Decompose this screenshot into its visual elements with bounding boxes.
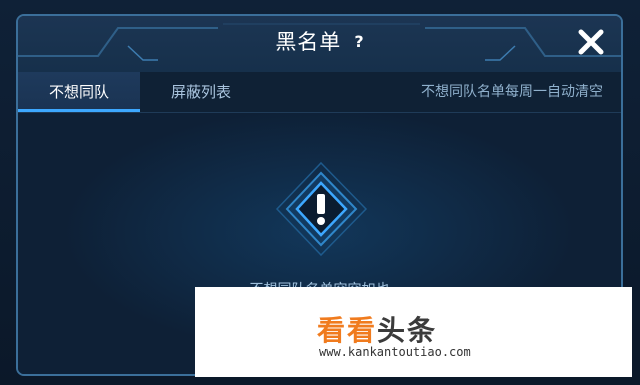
dialog-header: 黑名单 ? [18, 16, 621, 72]
game-screen: 黑名单 ? 不想同队 屏蔽列表 不想同队名单每周一自动清空 看看头条 www.k… [0, 0, 640, 385]
help-button[interactable]: ? [354, 32, 363, 51]
tab-not-same-team[interactable]: 不想同队 [18, 72, 140, 112]
tab-block-list[interactable]: 屏蔽列表 [166, 72, 236, 112]
dialog-title: 黑名单 [275, 30, 342, 54]
close-icon [578, 29, 604, 55]
close-button[interactable] [575, 26, 607, 58]
tab-bar: 不想同队 屏蔽列表 不想同队名单每周一自动清空 [18, 72, 621, 112]
watermark-logo: 看看头条 [317, 309, 437, 349]
watermark-url: www.kankantoutiao.com [319, 345, 471, 359]
tab-label: 不想同队 [48, 83, 109, 101]
weekly-reset-note: 不想同队名单每周一自动清空 [421, 84, 603, 100]
tab-label: 屏蔽列表 [170, 83, 231, 101]
watermark-logo-colored: 看看 [317, 314, 378, 347]
watermark-logo-dark: 头条 [377, 314, 438, 347]
warning-exclamation-icon [275, 161, 368, 257]
watermark-overlay: 看看头条 www.kankantoutiao.com [195, 287, 632, 377]
